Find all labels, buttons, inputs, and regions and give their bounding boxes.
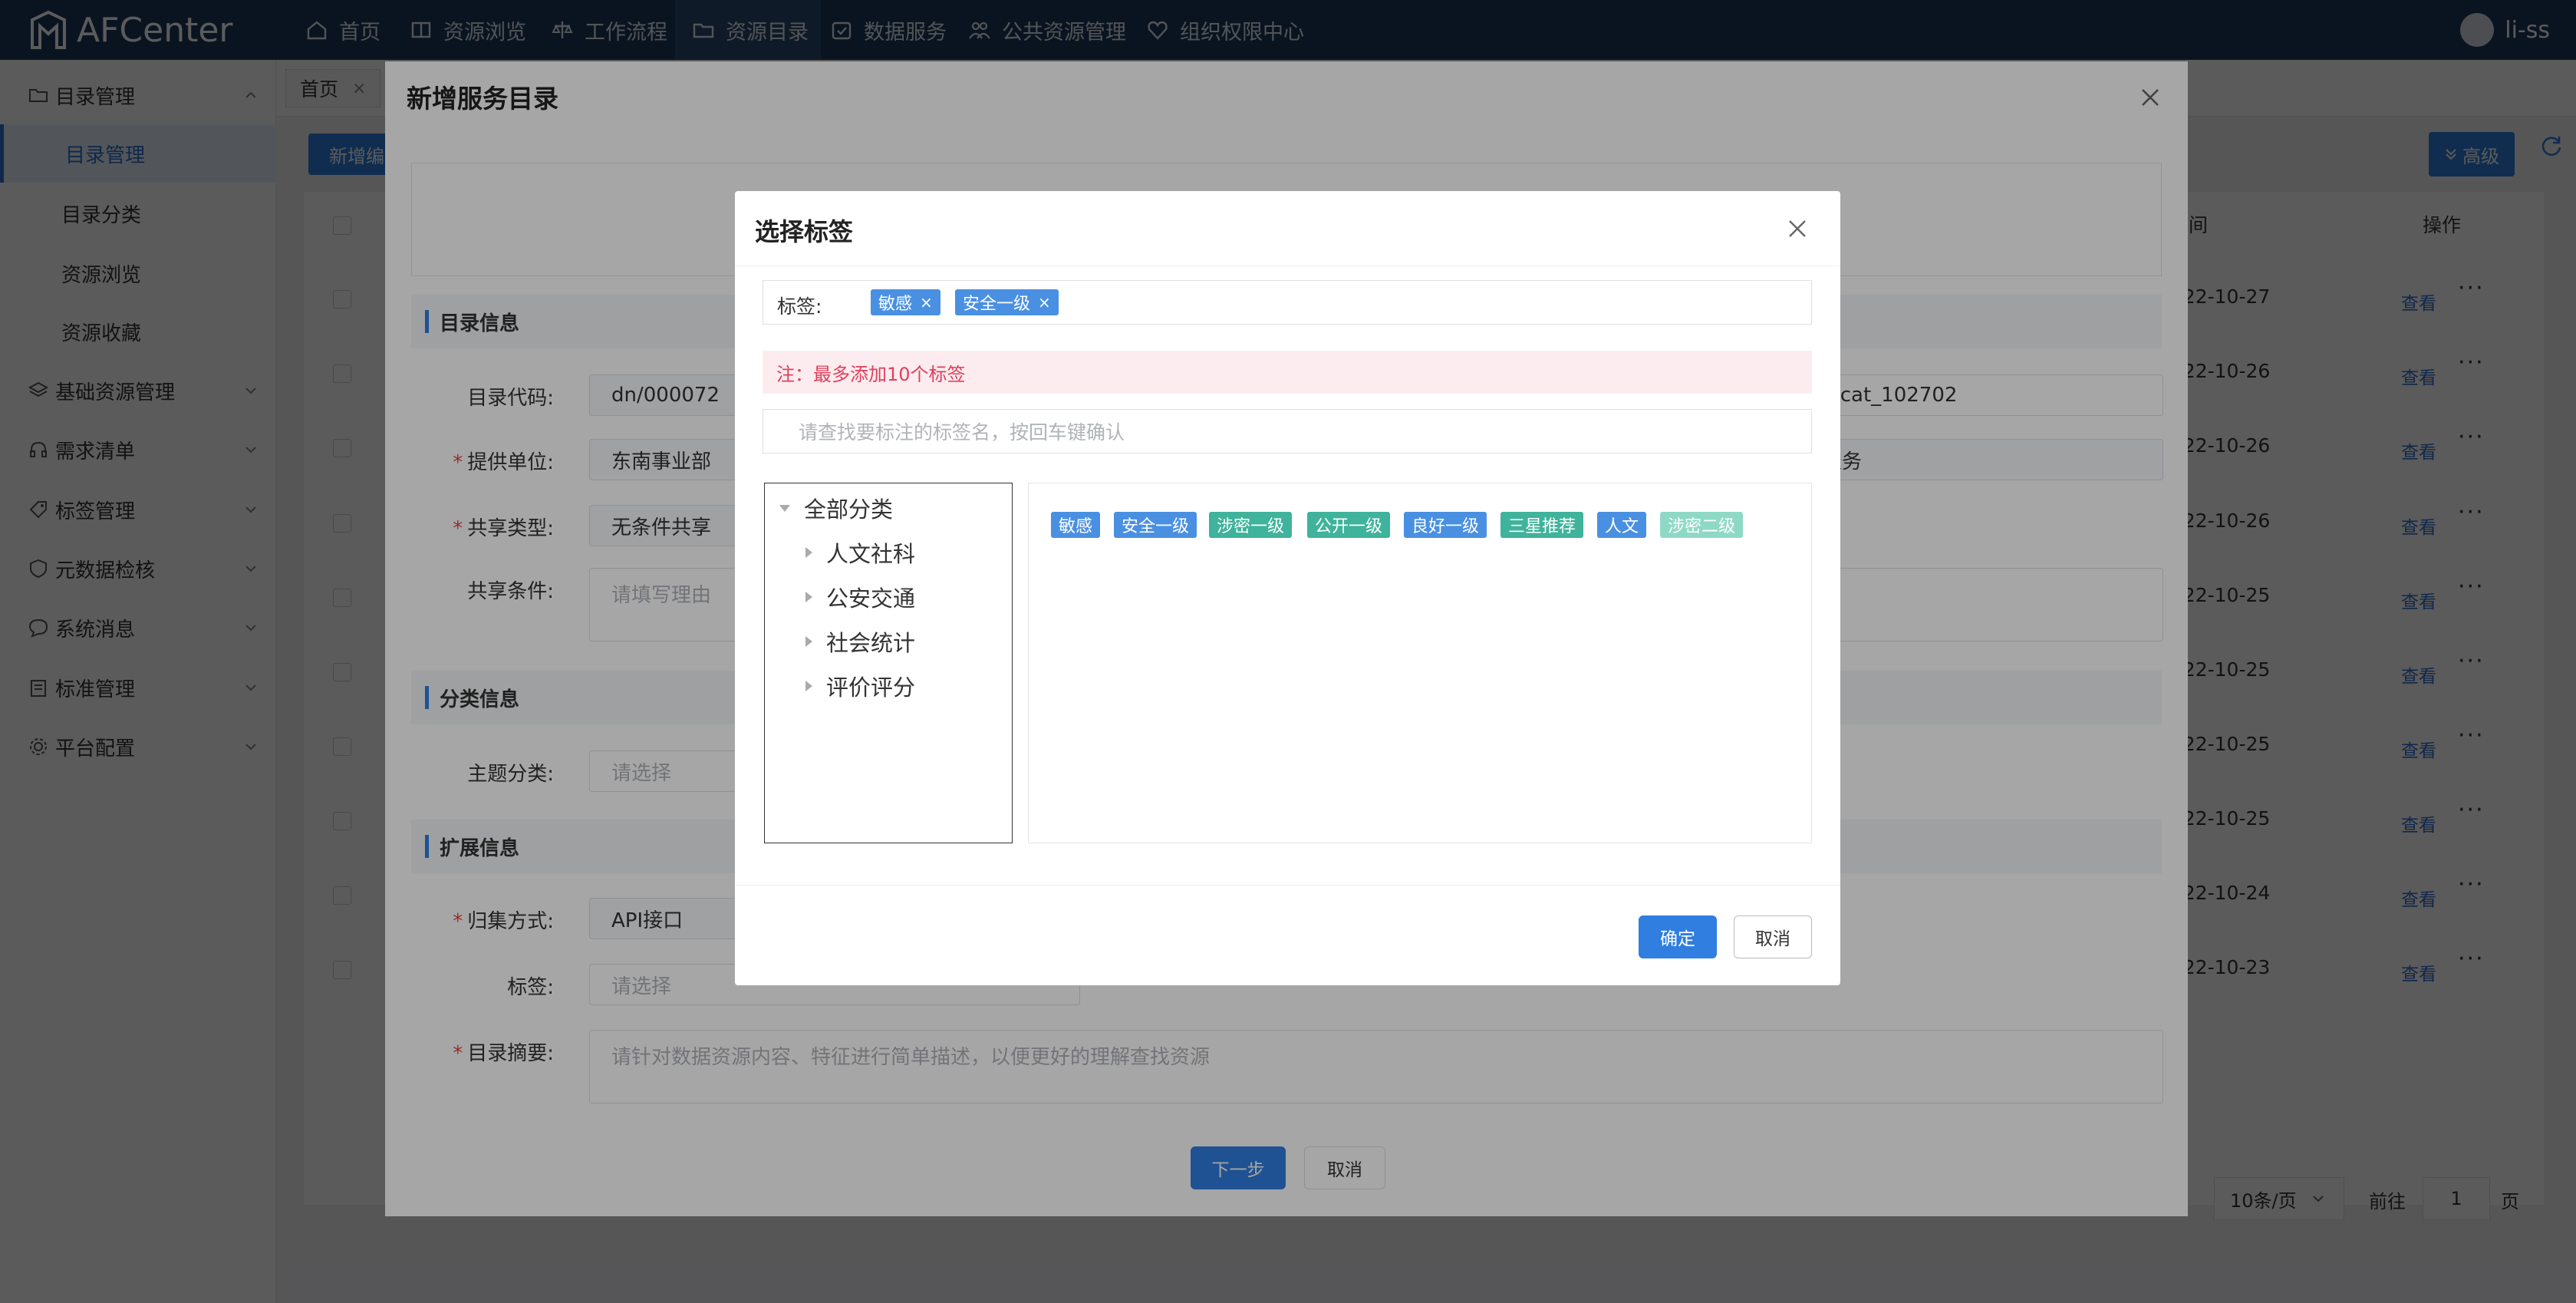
tag-option[interactable]: 公开一级 xyxy=(1307,512,1391,538)
tag-remove-icon[interactable]: × xyxy=(1038,293,1051,312)
field-label: 标签: xyxy=(777,295,822,318)
tree-node-label: 全部分类 xyxy=(804,496,894,523)
tag-option[interactable]: 敏感 xyxy=(1051,512,1101,538)
select-tag-dialog: 选择标签 标签: 敏感 × 安全一级 × 注：最多添加10个标签 请查找要标注的标签… xyxy=(735,191,1840,985)
tree-node-label: 人文社科 xyxy=(826,541,916,567)
selected-tag-label: 安全一级 xyxy=(963,295,1031,314)
dialog-header xyxy=(735,191,1840,266)
tag-search-input[interactable]: 请查找要标注的标签名，按回车键确认 xyxy=(763,409,1812,454)
tag-option[interactable]: 三星推荐 xyxy=(1500,512,1584,538)
tree-node-label: 社会统计 xyxy=(826,630,916,656)
dialog-title: 选择标签 xyxy=(755,217,854,246)
caret-right-icon xyxy=(805,547,812,558)
selected-tag: 安全一级 × xyxy=(955,289,1059,315)
tag-option[interactable]: 人文 xyxy=(1597,512,1647,538)
caret-right-icon xyxy=(805,592,812,602)
tag-option[interactable]: 涉密二级 xyxy=(1660,512,1744,538)
tag-option[interactable]: 良好一级 xyxy=(1404,512,1487,538)
tree-node-root[interactable]: 全部分类 xyxy=(779,492,893,524)
tree-node-label: 评价评分 xyxy=(826,675,916,701)
tree-node-statistics[interactable]: 社会统计 xyxy=(805,625,915,658)
selected-tag: 敏感 × xyxy=(871,289,940,315)
tag-option[interactable]: 安全一级 xyxy=(1114,512,1197,538)
tree-node-label: 公安交通 xyxy=(826,586,916,612)
tree-node-traffic[interactable]: 公安交通 xyxy=(805,581,915,613)
tree-node-humanities[interactable]: 人文社科 xyxy=(805,536,915,569)
caret-down-icon xyxy=(779,504,790,512)
confirm-button[interactable]: 确定 xyxy=(1639,915,1717,958)
caret-right-icon xyxy=(805,636,812,647)
selected-tag-label: 敏感 xyxy=(878,295,913,314)
close-icon[interactable] xyxy=(1786,217,1809,240)
tag-option[interactable]: 涉密一级 xyxy=(1209,512,1293,538)
tree-node-rating[interactable]: 评价评分 xyxy=(805,670,915,702)
selected-tags-field[interactable]: 标签: 敏感 × 安全一级 × xyxy=(763,280,1812,325)
cancel-button[interactable]: 取消 xyxy=(1734,915,1812,958)
tag-remove-icon[interactable]: × xyxy=(920,293,933,312)
footer-divider xyxy=(735,885,1840,886)
caret-right-icon xyxy=(805,681,812,691)
limit-note: 注：最多添加10个标签 xyxy=(763,351,1812,394)
